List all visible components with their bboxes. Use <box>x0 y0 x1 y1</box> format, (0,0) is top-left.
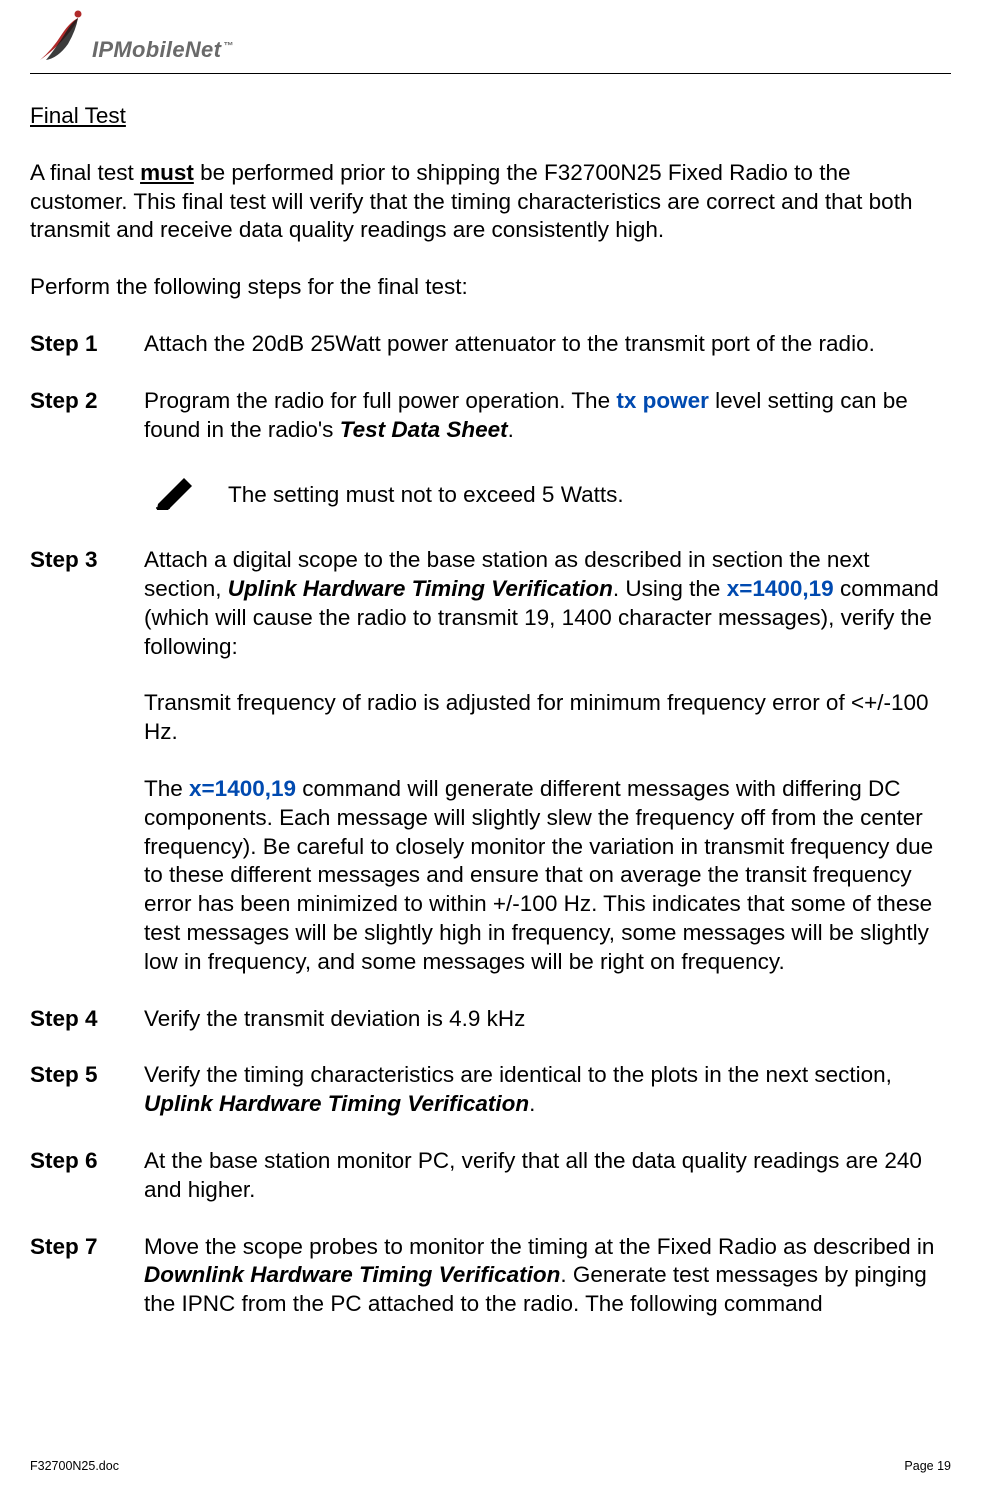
step-1: Step 1 Attach the 20dB 25Watt power atte… <box>30 330 951 359</box>
note: The setting must not to exceed 5 Watts. <box>154 472 951 518</box>
ref-test-data-sheet: Test Data Sheet <box>340 417 508 442</box>
note-text: The setting must not to exceed 5 Watts. <box>228 481 624 510</box>
step-label: Step 5 <box>30 1061 110 1119</box>
step-2: Step 2 Program the radio for full power … <box>30 387 951 518</box>
logo-mark-icon <box>30 10 90 65</box>
footer-doc-name: F32700N25.doc <box>30 1459 119 1473</box>
logo-text: IPMobileNet™ <box>92 37 234 65</box>
section-heading: Final Test <box>30 102 951 131</box>
step-body: Attach the 20dB 25Watt power attenuator … <box>144 330 951 359</box>
command-txpower: tx power <box>616 388 709 413</box>
document-body: Final Test A final test must be performe… <box>30 102 951 1319</box>
step-label: Step 3 <box>30 546 110 976</box>
step-label: Step 1 <box>30 330 110 359</box>
ref-downlink-timing: Downlink Hardware Timing Verification <box>144 1262 560 1287</box>
step-body: Move the scope probes to monitor the tim… <box>144 1233 951 1319</box>
step-body: Program the radio for full power operati… <box>144 387 951 518</box>
command-x1400: x=1400,19 <box>727 576 834 601</box>
step-body: Verify the transmit deviation is 4.9 kHz <box>144 1005 951 1034</box>
step-3: Step 3 Attach a digital scope to the bas… <box>30 546 951 976</box>
step-5: Step 5 Verify the timing characteristics… <box>30 1061 951 1119</box>
footer-page-number: Page 19 <box>904 1459 951 1473</box>
step-3-p2: Transmit frequency of radio is adjusted … <box>144 689 951 747</box>
step-4: Step 4 Verify the transmit deviation is … <box>30 1005 951 1034</box>
step-3-p3: The x=1400,19 command will generate diff… <box>144 775 951 977</box>
command-x1400: x=1400,19 <box>189 776 296 801</box>
ref-uplink-timing: Uplink Hardware Timing Verification <box>144 1091 529 1116</box>
step-7: Step 7 Move the scope probes to monitor … <box>30 1233 951 1319</box>
intro-paragraph-1: A final test must be performed prior to … <box>30 159 951 245</box>
step-label: Step 7 <box>30 1233 110 1319</box>
logo: IPMobileNet™ <box>30 10 951 65</box>
page-footer: F32700N25.doc Page 19 <box>30 1459 951 1473</box>
step-body: Attach a digital scope to the base stati… <box>144 546 951 976</box>
step-body: Verify the timing characteristics are id… <box>144 1061 951 1119</box>
page-header: IPMobileNet™ <box>30 0 951 74</box>
step-body: At the base station monitor PC, verify t… <box>144 1147 951 1205</box>
ref-uplink-timing: Uplink Hardware Timing Verification <box>228 576 613 601</box>
step-label: Step 4 <box>30 1005 110 1034</box>
intro-paragraph-2: Perform the following steps for the fina… <box>30 273 951 302</box>
pencil-icon <box>154 472 198 518</box>
step-label: Step 2 <box>30 387 110 518</box>
step-label: Step 6 <box>30 1147 110 1205</box>
emphasis-must: must <box>140 160 194 185</box>
step-6: Step 6 At the base station monitor PC, v… <box>30 1147 951 1205</box>
